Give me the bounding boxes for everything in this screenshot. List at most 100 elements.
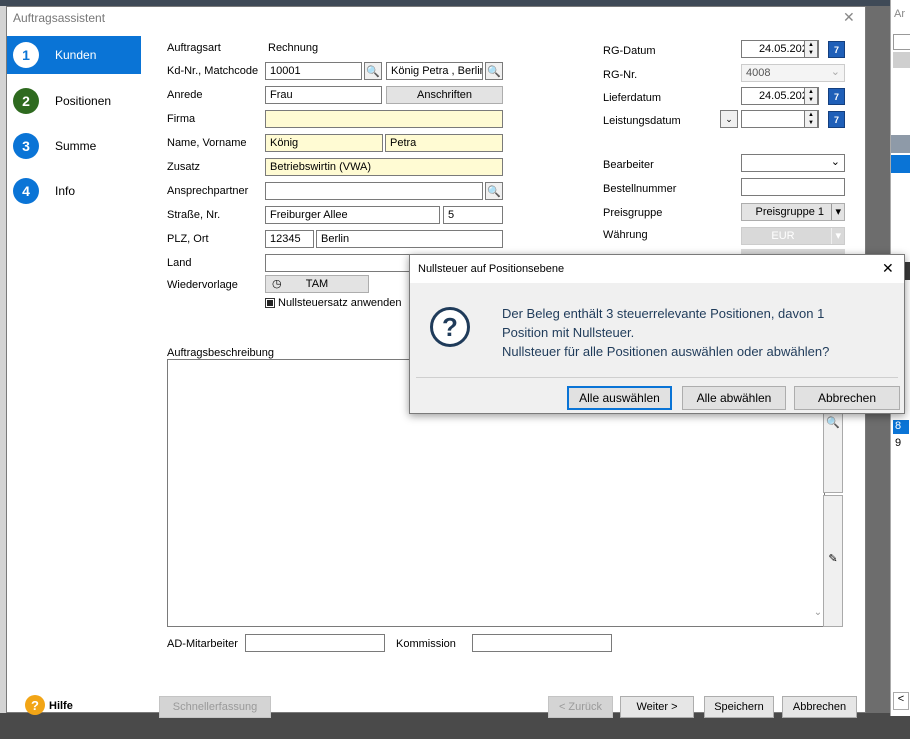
matchcode-search-icon[interactable]: 🔍 bbox=[485, 62, 503, 80]
dialog-title: Nullsteuer auf Positionsebene bbox=[418, 263, 565, 275]
name-input[interactable]: König bbox=[265, 134, 383, 152]
step-3-icon: 3 bbox=[13, 133, 39, 159]
ansprechpartner-input[interactable] bbox=[265, 182, 483, 200]
step-2-icon: 2 bbox=[13, 88, 39, 114]
zusatz-label: Zusatz bbox=[167, 161, 201, 173]
dialog-divider bbox=[416, 377, 898, 378]
land-label: Land bbox=[167, 257, 192, 269]
beschreibung-label: Auftragsbeschreibung bbox=[167, 347, 275, 359]
rgdatum-calendar-icon[interactable]: 7 bbox=[828, 41, 845, 58]
nav-item-info[interactable]: 4 Info bbox=[7, 172, 141, 210]
kdnr-search-icon[interactable]: 🔍 bbox=[364, 62, 382, 80]
ad-input[interactable] bbox=[245, 634, 385, 652]
nullsteuer-checkbox[interactable] bbox=[265, 298, 275, 308]
deselect-all-button[interactable]: Alle abwählen bbox=[682, 386, 786, 410]
bearbeiter-select[interactable]: ⌄ bbox=[741, 154, 845, 172]
background-selected-row bbox=[891, 155, 910, 173]
help-link[interactable]: Hilfe bbox=[49, 700, 73, 712]
vorname-input[interactable]: Petra bbox=[385, 134, 503, 152]
wizard-nav: 1 Kunden 2 Positionen 3 Summe 4 Info ? H… bbox=[7, 30, 141, 715]
anrede-input[interactable]: Frau bbox=[265, 86, 382, 104]
zusatz-input[interactable]: Betriebswirtin (VWA) bbox=[265, 158, 503, 176]
ansprechpartner-search-icon[interactable]: 🔍 bbox=[485, 182, 503, 200]
kommission-label: Kommission bbox=[396, 638, 456, 650]
bestellnummer-input[interactable] bbox=[741, 178, 845, 196]
waehrung-label: Währung bbox=[603, 229, 648, 241]
nullsteuer-dialog: Nullsteuer auf Positionsebene ✕ ? Der Be… bbox=[409, 254, 905, 414]
leistungsdatum-spinner[interactable]: ▲ ▼ bbox=[804, 110, 818, 128]
auftragsart-value: Rechnung bbox=[268, 42, 319, 54]
nav-label: Kunden bbox=[55, 48, 97, 62]
save-button[interactable]: Speichern bbox=[704, 696, 774, 718]
window-close-icon[interactable]: ✕ bbox=[843, 9, 855, 26]
strasse-input[interactable]: Freiburger Allee bbox=[265, 206, 440, 224]
preisgruppe-select[interactable]: Preisgruppe 1 ▾ bbox=[741, 203, 845, 221]
background-input bbox=[893, 34, 910, 50]
bestellnummer-label: Bestellnummer bbox=[603, 183, 677, 195]
nav-item-kunden[interactable]: 1 Kunden bbox=[7, 36, 141, 74]
step-4-icon: 4 bbox=[13, 178, 39, 204]
rgdatum-spinner[interactable]: ▲ ▼ bbox=[804, 40, 818, 58]
nullsteuer-label: Nullsteuersatz anwenden bbox=[278, 297, 402, 309]
background-scroll-left: < bbox=[893, 692, 909, 710]
kommission-input[interactable] bbox=[472, 634, 612, 652]
dialog-message-line: Nullsteuer für alle Positionen auswählen… bbox=[502, 344, 830, 359]
firma-input[interactable] bbox=[265, 110, 503, 128]
schnellerfassung-button[interactable]: Schnellerfassung bbox=[159, 696, 271, 718]
leistungsdatum-calendar-icon[interactable]: 7 bbox=[828, 111, 845, 128]
waehrung-value: EUR bbox=[771, 230, 795, 242]
chevron-down-icon: ⌄ bbox=[830, 66, 840, 78]
lieferdatum-spinner[interactable]: ▲ ▼ bbox=[804, 87, 818, 105]
nav-item-summe[interactable]: 3 Summe bbox=[7, 127, 141, 165]
dialog-message-line: Der Beleg enthält 3 steuerrelevante Posi… bbox=[502, 306, 825, 321]
dialog-cancel-button[interactable]: Abbrechen bbox=[794, 386, 900, 410]
dialog-close-icon[interactable]: ✕ bbox=[882, 260, 894, 277]
bearbeiter-label: Bearbeiter bbox=[603, 159, 654, 171]
window-title: Auftragsassistent bbox=[13, 11, 106, 25]
step-1-icon: 1 bbox=[13, 42, 39, 68]
question-icon: ? bbox=[430, 307, 470, 347]
ansprechpartner-label: Ansprechpartner bbox=[167, 185, 249, 197]
preisgruppe-label: Preisgruppe bbox=[603, 207, 663, 219]
dropdown-arrow-icon: ▾ bbox=[831, 204, 841, 220]
background-header bbox=[891, 135, 910, 153]
background-dropdown bbox=[893, 52, 910, 68]
firma-label: Firma bbox=[167, 113, 196, 125]
ad-label: AD-Mitarbeiter bbox=[167, 638, 238, 650]
textarea-search-icon[interactable]: 🔍 bbox=[823, 407, 843, 493]
anrede-label: Anrede bbox=[167, 89, 203, 101]
background-window-title: Ar bbox=[894, 8, 905, 20]
next-button[interactable]: Weiter > bbox=[620, 696, 694, 718]
background-list-row: 8 bbox=[893, 420, 909, 434]
edit-pencil-icon[interactable]: ✎ bbox=[823, 495, 843, 627]
wiedervorlage-value: TAM bbox=[305, 278, 329, 290]
wiedervorlage-label: Wiedervorlage bbox=[167, 279, 238, 291]
anschriften-button[interactable]: Anschriften bbox=[386, 86, 503, 104]
kdnr-input[interactable]: 10001 bbox=[265, 62, 362, 80]
help-icon[interactable]: ? bbox=[25, 695, 45, 715]
plz-label: PLZ, Ort bbox=[167, 233, 209, 245]
waehrung-select[interactable]: EUR ▾ bbox=[741, 227, 845, 245]
hausnummer-input[interactable]: 5 bbox=[443, 206, 503, 224]
land-input[interactable] bbox=[265, 254, 411, 272]
back-button[interactable]: < Zurück bbox=[548, 696, 613, 718]
strasse-label: Straße, Nr. bbox=[167, 209, 221, 221]
cancel-button[interactable]: Abbrechen bbox=[782, 696, 857, 718]
plz-input[interactable]: 12345 bbox=[265, 230, 314, 248]
leistungsdatum-dropdown-icon[interactable]: ⌄ bbox=[720, 110, 738, 128]
matchcode-input[interactable]: König Petra , Berlin bbox=[386, 62, 483, 80]
lieferdatum-calendar-icon[interactable]: 7 bbox=[828, 88, 845, 105]
name-label: Name, Vorname bbox=[167, 137, 247, 149]
wiedervorlage-button[interactable]: ◷ TAM bbox=[265, 275, 369, 293]
checkbox-mark-icon bbox=[267, 300, 273, 306]
dialog-titlebar: Nullsteuer auf Positionsebene ✕ bbox=[410, 255, 904, 283]
auftragsart-label: Auftragsart bbox=[167, 42, 221, 54]
dropdown-arrow-icon: ▾ bbox=[831, 228, 841, 244]
nav-label: Info bbox=[55, 184, 76, 198]
ort-input[interactable]: Berlin bbox=[316, 230, 503, 248]
dialog-message-line: Position mit Nullsteuer. bbox=[502, 325, 635, 340]
rgnr-select[interactable]: 4008 ⌄ bbox=[741, 64, 845, 82]
nav-item-positionen[interactable]: 2 Positionen bbox=[7, 82, 141, 120]
lieferdatum-label: Lieferdatum bbox=[603, 92, 662, 104]
select-all-button[interactable]: Alle auswählen bbox=[567, 386, 672, 410]
